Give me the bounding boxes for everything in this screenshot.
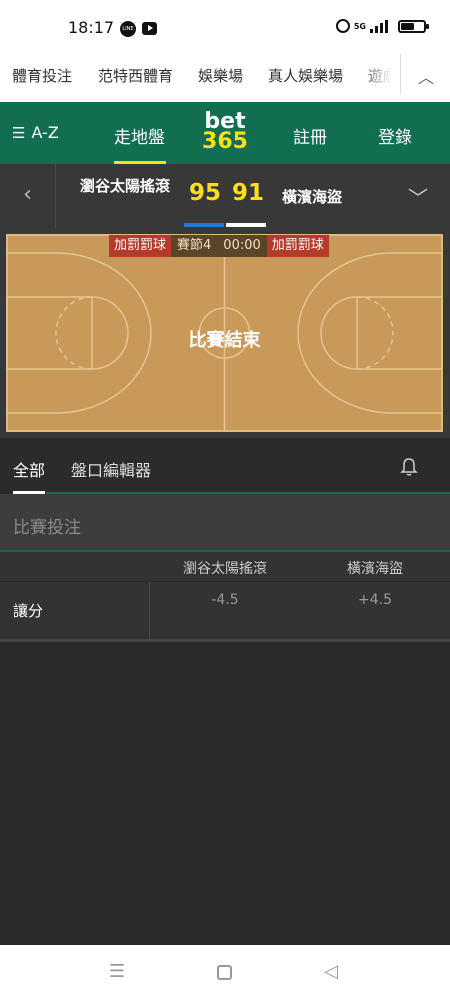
home-foul-badge: 加罰罰球 [109,235,172,257]
home-team-color-bar [184,223,224,227]
column-header-home: 瀏谷太陽搖滾 [183,561,267,577]
back-triangle-icon[interactable]: ◁ [316,959,346,985]
tab-all[interactable]: 全部 [13,457,45,481]
away-foul-badge: 加罰罰球 [266,235,329,257]
chevron-down-icon[interactable]: ﹀ [408,182,428,211]
network-type: 5G [353,21,366,31]
away-team-color-bar [226,223,266,227]
scoreboard: ‹ 瀏谷太陽搖滾 95 91 橫濱海盜 ﹀ [0,164,450,228]
signal-icon [370,19,388,33]
tab-live[interactable]: 走地盤 [114,123,165,148]
nav-item-sports[interactable]: 體育投注 [12,65,72,86]
hamburger-icon: ☰ [12,123,26,142]
category-nav: 體育投注 范特西體育 娛樂場 真人娛樂場 遊戲 ︿ [0,46,450,102]
home-icon[interactable] [217,965,232,980]
court-panel: 加罰罰球 賽節4 00:00 加罰罰球 比賽結束 [0,228,450,438]
line-app-icon: LINE [120,21,136,37]
section-title: 比賽投注 [13,518,81,538]
odds-cell-home[interactable]: -4.5 [150,592,300,608]
recent-apps-icon[interactable]: ☰ [102,959,132,985]
period-badge: 賽節4 [171,235,218,257]
login-button[interactable]: 登錄 [378,123,412,148]
away-team-name: 橫濱海盜 [282,188,343,206]
section-header[interactable]: 比賽投注 [0,494,450,552]
main-header: ☰ A-Z 走地盤 bet 365 註冊 登錄 [0,102,450,164]
home-team-name: 瀏谷太陽搖滾 [79,177,170,195]
back-button[interactable]: ‹ [0,164,56,228]
system-nav-bar: ☰ ◁ [0,945,450,1000]
odds-cell-away[interactable]: +4.5 [300,592,450,608]
tab-market-editor[interactable]: 盤口編輯器 [71,457,151,481]
status-time: 18:17 [68,18,115,37]
away-score: 91 [232,180,265,206]
battery-icon [398,19,429,33]
nav-item-fantasy[interactable]: 范特西體育 [98,65,173,86]
logo-text-bottom: 365 [202,129,248,154]
chevron-up-icon[interactable]: ︿ [414,64,438,87]
nav-item-live-casino[interactable]: 真人娛樂場 [268,65,343,86]
system-icons: 5G [335,19,429,33]
game-state-badges: 加罰罰球 賽節4 00:00 加罰罰球 [109,235,329,257]
market-tabs: 全部 盤口編輯器 [0,438,450,494]
bet365-logo[interactable]: bet 365 [201,111,249,156]
home-score: 95 [189,180,222,206]
match-status: 比賽結束 [188,330,261,351]
alarm-icon [335,19,350,33]
az-label: A-Z [31,123,59,142]
register-button[interactable]: 註冊 [293,123,327,148]
market-row-label: 讓分 [13,602,44,620]
game-clock: 00:00 [217,235,267,257]
bell-icon[interactable] [400,457,418,477]
youtube-app-icon [142,22,157,35]
nav-item-casino[interactable]: 娛樂場 [198,65,243,86]
handicap-market: 瀏谷太陽搖滾 橫濱海盜 讓分 -4.5 +4.5 [0,552,450,642]
column-header-away: 橫濱海盜 [347,561,403,577]
chevron-left-icon: ‹ [23,182,32,207]
basketball-court: 加罰罰球 賽節4 00:00 加罰罰球 比賽結束 [6,234,443,432]
az-menu-button[interactable]: ☰ A-Z [12,123,59,142]
